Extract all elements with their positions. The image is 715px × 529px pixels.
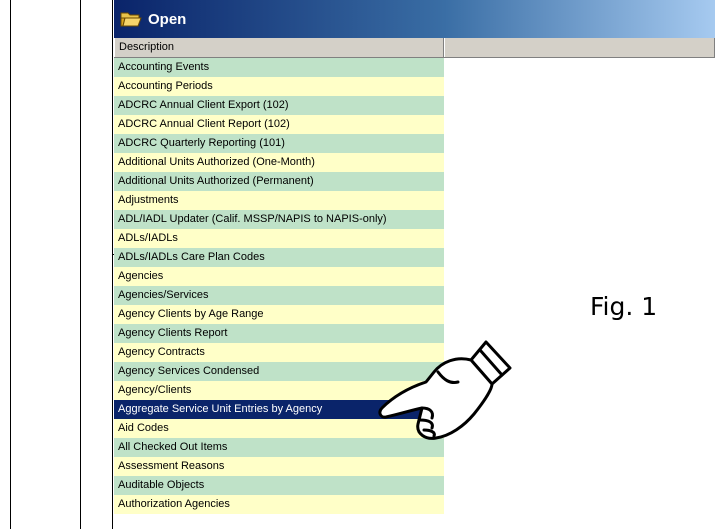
window-title: Open [148,10,187,28]
list-item[interactable]: ADL/IADL Updater (Calif. MSSP/NAPIS to N… [114,210,444,229]
column-header-description[interactable]: Description [114,38,444,57]
pointing-hand-icon [376,338,516,453]
list-item[interactable]: Assessment Reasons [114,457,444,476]
frame-divider-1 [80,0,81,529]
list-item[interactable]: Accounting Events [114,58,444,77]
list-item[interactable]: ADCRC Annual Client Export (102) [114,96,444,115]
list-item[interactable]: ADCRC Annual Client Report (102) [114,115,444,134]
list-item[interactable]: ADLs/IADLs Care Plan Codes [114,248,444,267]
list-item[interactable]: Agencies [114,267,444,286]
list-item[interactable]: Accounting Periods [114,77,444,96]
list-item[interactable]: Agencies/Services [114,286,444,305]
list-header: Description [114,38,715,58]
list-item[interactable]: Authorization Agencies [114,495,444,514]
frame-left-border [10,0,11,529]
figure-label: Fig. 1 [590,292,658,321]
frame-divider-2 [112,0,113,529]
list-item[interactable]: Auditable Objects [114,476,444,495]
folder-open-icon [120,10,142,28]
list-item[interactable]: Additional Units Authorized (One-Month) [114,153,444,172]
list-item[interactable]: Additional Units Authorized (Permanent) [114,172,444,191]
column-header-blank[interactable] [444,38,715,57]
list-item[interactable]: ADLs/IADLs [114,229,444,248]
list-item[interactable]: ADCRC Quarterly Reporting (101) [114,134,444,153]
list-item[interactable]: Adjustments [114,191,444,210]
list-item[interactable]: Agency Clients by Age Range [114,305,444,324]
title-bar[interactable]: Open [114,0,715,38]
